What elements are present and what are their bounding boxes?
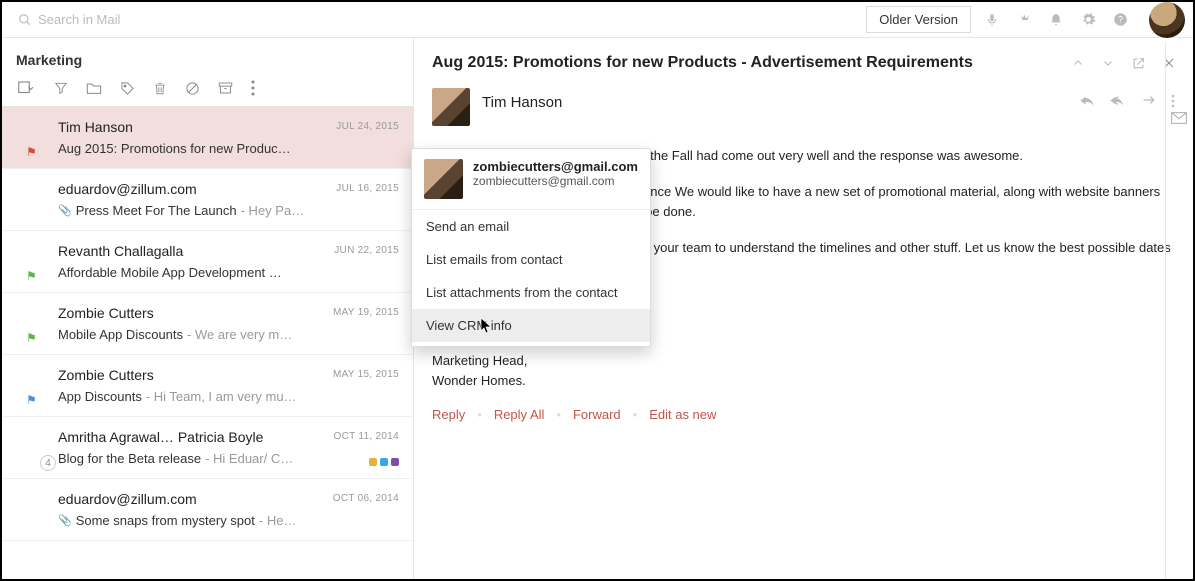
help-icon[interactable]: ? <box>1113 12 1131 27</box>
reply-icon[interactable] <box>1079 94 1095 108</box>
mail-item[interactable]: ⚑ MAY 15, 2015 Zombie Cutters App Discou… <box>2 355 413 417</box>
top-bar: Older Version ? <box>2 2 1193 38</box>
sender-name: Tim Hanson <box>482 88 562 111</box>
mail-date: JUL 24, 2015 <box>336 121 399 132</box>
mail-subject: Blog for the Beta release - Hi Eduar/ C… <box>58 451 399 466</box>
mail-item[interactable]: JUL 16, 2015 eduardov@zillum.com 📎 Press… <box>2 169 413 231</box>
mail-subject: 📎 Press Meet For The Launch - Hey Pa… <box>58 203 399 218</box>
svg-text:?: ? <box>1118 15 1123 25</box>
popup-list-attachments[interactable]: List attachments from the contact <box>412 276 650 309</box>
flag-icon: ⚑ <box>26 269 37 283</box>
mail-list: ⚑ JUL 24, 2015 Tim Hanson Aug 2015: Prom… <box>2 107 413 579</box>
popup-send-email[interactable]: Send an email <box>412 210 650 243</box>
attachment-icon: 📎 <box>58 204 72 217</box>
tag-icon[interactable] <box>120 81 135 96</box>
reply-row: Reply • Reply All • Forward • Edit as ne… <box>432 407 1175 422</box>
mail-date: MAY 19, 2015 <box>333 307 399 318</box>
attachment-icon: 📎 <box>58 514 72 527</box>
select-dropdown[interactable] <box>18 81 36 95</box>
folder-icon[interactable] <box>86 81 102 95</box>
top-actions: Older Version ? <box>866 2 1185 38</box>
category-dots <box>369 458 399 466</box>
reader-header: Aug 2015: Promotions for new Products - … <box>414 38 1193 88</box>
open-external-icon[interactable] <box>1132 57 1145 70</box>
flag-icon: ⚑ <box>26 331 37 345</box>
popup-header: zombiecutters@gmail.com zombiecutters@gm… <box>412 149 650 210</box>
microphone-icon[interactable] <box>985 12 1003 28</box>
message-actions <box>1079 94 1175 108</box>
popup-avatar <box>424 159 463 199</box>
sender-row: Tim Hanson <box>432 88 1175 134</box>
forward-icon[interactable] <box>1141 94 1157 108</box>
bell-icon[interactable] <box>1049 12 1067 28</box>
mail-list-column: Marketing ⚑ JUL 24, 2015 Tim Hanson Aug … <box>2 38 414 579</box>
gear-icon[interactable] <box>1081 12 1099 27</box>
reply-all-icon[interactable] <box>1109 94 1127 108</box>
mail-subject: Affordable Mobile App Development … <box>58 265 399 280</box>
archive-icon[interactable] <box>218 81 233 95</box>
mail-item[interactable]: ⚑ MAY 19, 2015 Zombie Cutters Mobile App… <box>2 293 413 355</box>
mail-date: JUN 22, 2015 <box>334 245 399 256</box>
flag-icon: ⚑ <box>26 145 37 159</box>
mail-item[interactable]: 4 OCT 11, 2014 Amritha Agrawal… Patricia… <box>2 417 413 479</box>
mail-date: JUL 16, 2015 <box>336 183 399 194</box>
search-wrap <box>10 12 866 27</box>
contact-popup: zombiecutters@gmail.com zombiecutters@gm… <box>411 148 651 347</box>
mail-item[interactable]: OCT 06, 2014 eduardov@zillum.com 📎 Some … <box>2 479 413 541</box>
popup-list-emails[interactable]: List emails from contact <box>412 243 650 276</box>
folder-title: Marketing <box>2 38 413 76</box>
mail-item[interactable]: ⚑ JUL 24, 2015 Tim Hanson Aug 2015: Prom… <box>2 107 413 169</box>
user-avatar[interactable] <box>1149 2 1185 38</box>
popup-view-crm[interactable]: View CRM info <box>412 309 650 342</box>
popup-contact-email: zombiecutters@gmail.com <box>473 174 638 188</box>
list-toolbar <box>2 76 413 107</box>
mail-item[interactable]: ⚑ JUN 22, 2015 Revanth Challagalla Affor… <box>2 231 413 293</box>
next-message-icon[interactable] <box>1102 57 1114 70</box>
edit-as-new-link[interactable]: Edit as new <box>649 407 716 422</box>
mail-subject: App Discounts - Hi Team, I am very mu… <box>58 389 399 404</box>
mail-date: MAY 15, 2015 <box>333 369 399 380</box>
forward-link[interactable]: Forward <box>573 407 621 422</box>
filter-icon[interactable] <box>54 81 68 95</box>
sender-avatar[interactable] <box>432 88 470 126</box>
more-icon[interactable] <box>251 80 255 96</box>
horns-icon[interactable] <box>1017 12 1035 28</box>
mail-subject: Aug 2015: Promotions for new Produc… <box>58 141 399 156</box>
mail-date: OCT 11, 2014 <box>334 431 400 442</box>
thread-count-badge: 4 <box>40 455 56 471</box>
mail-date: OCT 06, 2014 <box>333 493 399 504</box>
message-title: Aug 2015: Promotions for new Products - … <box>432 54 1072 72</box>
envelope-icon[interactable] <box>1171 112 1187 124</box>
mail-subject: 📎 Some snaps from mystery spot - He… <box>58 513 399 528</box>
prev-message-icon[interactable] <box>1072 57 1084 70</box>
spam-icon[interactable] <box>185 81 200 96</box>
side-rail <box>1165 42 1191 579</box>
reply-all-link[interactable]: Reply All <box>494 407 545 422</box>
trash-icon[interactable] <box>153 81 167 96</box>
reply-link[interactable]: Reply <box>432 407 465 422</box>
reader-header-actions <box>1072 57 1175 70</box>
search-icon <box>18 13 32 27</box>
popup-contact-name: zombiecutters@gmail.com <box>473 159 638 174</box>
search-input[interactable] <box>38 12 338 27</box>
flag-icon: ⚑ <box>26 393 37 407</box>
older-version-button[interactable]: Older Version <box>866 6 971 33</box>
mail-subject: Mobile App Discounts - We are very m… <box>58 327 399 342</box>
